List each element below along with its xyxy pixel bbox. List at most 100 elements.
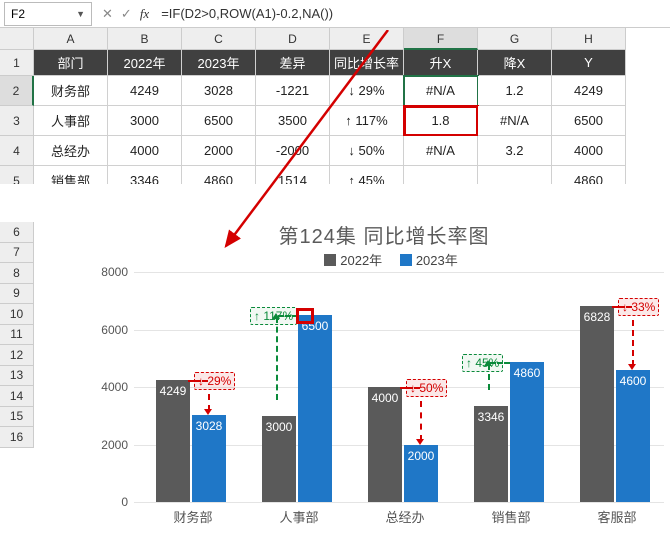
annotation-highlight-box bbox=[296, 308, 314, 324]
legend-swatch-2023 bbox=[400, 254, 412, 266]
bar-label: 2000 bbox=[404, 449, 438, 463]
column-headers: ABCDEFGH bbox=[0, 28, 670, 50]
cell-E3[interactable]: ↑ 117% bbox=[330, 106, 404, 136]
bar-label: 4860 bbox=[510, 366, 544, 380]
chart: 第124集 同比增长率图 2022年 2023年 0 2000 4000 6000 80… bbox=[94, 222, 670, 542]
column-header-E[interactable]: E bbox=[330, 28, 404, 50]
bar-label: 3000 bbox=[262, 420, 296, 434]
row-header-16[interactable]: 16 bbox=[0, 427, 34, 448]
x-category-财务部: 财务部 bbox=[140, 507, 246, 526]
cell-A2[interactable]: 财务部 bbox=[34, 76, 108, 106]
formula-input[interactable]: =IF(D2>0,ROW(A1)-0.2,NA()) bbox=[155, 4, 670, 23]
y-tick-0: 0 bbox=[96, 495, 128, 509]
formula-bar-buttons: ✕ ✓ fx bbox=[96, 6, 155, 22]
cell-C2[interactable]: 3028 bbox=[182, 76, 256, 106]
column-header-F[interactable]: F bbox=[404, 28, 478, 50]
column-header-G[interactable]: G bbox=[478, 28, 552, 50]
cell-C3[interactable]: 6500 bbox=[182, 106, 256, 136]
row-header-12[interactable]: 12 bbox=[0, 345, 34, 366]
chart-title: 第124集 同比增长率图 bbox=[94, 220, 670, 249]
name-box-value: F2 bbox=[11, 7, 25, 21]
row-header-4[interactable]: 4 bbox=[0, 136, 34, 166]
bar-2023-客服部: 4600 bbox=[616, 370, 650, 502]
name-box[interactable]: F2 ▼ bbox=[4, 2, 92, 26]
cell-D1[interactable]: 差异 bbox=[256, 50, 330, 76]
cell-G3[interactable]: #N/A bbox=[478, 106, 552, 136]
cell-H1[interactable]: Y bbox=[552, 50, 626, 76]
cell-E4[interactable]: ↓ 50% bbox=[330, 136, 404, 166]
cell-D4[interactable]: -2000 bbox=[256, 136, 330, 166]
cell-D2[interactable]: -1221 bbox=[256, 76, 330, 106]
column-header-B[interactable]: B bbox=[108, 28, 182, 50]
row-header-8[interactable]: 8 bbox=[0, 263, 34, 284]
y-tick-6000: 6000 bbox=[96, 323, 128, 337]
cell-G4[interactable]: 3.2 bbox=[478, 136, 552, 166]
bar-label: 3028 bbox=[192, 419, 226, 433]
cell-B1[interactable]: 2022年 bbox=[108, 50, 182, 76]
cell-B2[interactable]: 4249 bbox=[108, 76, 182, 106]
cell-F2[interactable]: #N/A bbox=[404, 76, 478, 106]
cell-C4[interactable]: 2000 bbox=[182, 136, 256, 166]
row-header-13[interactable]: 13 bbox=[0, 366, 34, 387]
cell-F1[interactable]: 升X bbox=[404, 50, 478, 76]
cell-A3[interactable]: 人事部 bbox=[34, 106, 108, 136]
cell-F3[interactable]: 1.8 bbox=[404, 106, 478, 136]
bar-2022-客服部: 6828 bbox=[580, 306, 614, 502]
cell-G2[interactable]: 1.2 bbox=[478, 76, 552, 106]
cell-A5[interactable]: 销售部 bbox=[34, 166, 108, 184]
chevron-down-icon[interactable]: ▼ bbox=[76, 9, 85, 19]
cell-H5[interactable]: 4860 bbox=[552, 166, 626, 184]
cell-D3[interactable]: 3500 bbox=[256, 106, 330, 136]
pct-badge-客服部: ↓ 33% bbox=[618, 298, 659, 316]
bar-2022-总经办: 4000 bbox=[368, 387, 402, 502]
spreadsheet-grid: ABCDEFGH 1部门2022年2023年差异同比增长率升X降XY2财务部42… bbox=[0, 28, 670, 184]
cell-C1[interactable]: 2023年 bbox=[182, 50, 256, 76]
cell-A4[interactable]: 总经办 bbox=[34, 136, 108, 166]
select-all-corner[interactable] bbox=[0, 28, 34, 50]
pct-badge-销售部: ↑ 45% bbox=[462, 354, 503, 372]
cell-A1[interactable]: 部门 bbox=[34, 50, 108, 76]
row-header-1[interactable]: 1 bbox=[0, 50, 34, 76]
row-header-6[interactable]: 6 bbox=[0, 222, 34, 243]
column-header-D[interactable]: D bbox=[256, 28, 330, 50]
row-header-14[interactable]: 14 bbox=[0, 386, 34, 407]
column-header-C[interactable]: C bbox=[182, 28, 256, 50]
legend-label-2023: 2023年 bbox=[416, 253, 458, 268]
cell-E2[interactable]: ↓ 29% bbox=[330, 76, 404, 106]
row-header-11[interactable]: 11 bbox=[0, 325, 34, 346]
cell-H2[interactable]: 4249 bbox=[552, 76, 626, 106]
row-header-15[interactable]: 15 bbox=[0, 407, 34, 428]
cell-B4[interactable]: 4000 bbox=[108, 136, 182, 166]
cell-E1[interactable]: 同比增长率 bbox=[330, 50, 404, 76]
cell-F4[interactable]: #N/A bbox=[404, 136, 478, 166]
cell-H3[interactable]: 6500 bbox=[552, 106, 626, 136]
row-header-10[interactable]: 10 bbox=[0, 304, 34, 325]
column-header-A[interactable]: A bbox=[34, 28, 108, 50]
chart-plot-area: 0200040006000800042493028财务部↓ 29%3000650… bbox=[134, 272, 664, 502]
cell-B3[interactable]: 3000 bbox=[108, 106, 182, 136]
bar-label: 6828 bbox=[580, 310, 614, 324]
bar-2023-财务部: 3028 bbox=[192, 415, 226, 502]
enter-icon[interactable]: ✓ bbox=[121, 6, 132, 22]
x-category-客服部: 客服部 bbox=[564, 507, 670, 526]
row-header-5[interactable]: 5 bbox=[0, 166, 34, 184]
row-header-3[interactable]: 3 bbox=[0, 106, 34, 136]
bar-label: 4000 bbox=[368, 391, 402, 405]
cell-F5[interactable] bbox=[404, 166, 478, 184]
fx-icon[interactable]: fx bbox=[140, 6, 149, 22]
row-header-7[interactable]: 7 bbox=[0, 243, 34, 264]
cancel-icon[interactable]: ✕ bbox=[102, 6, 113, 22]
bar-label: 4249 bbox=[156, 384, 190, 398]
cell-G5[interactable] bbox=[478, 166, 552, 184]
cell-G1[interactable]: 降X bbox=[478, 50, 552, 76]
cell-B5[interactable]: 3346 bbox=[108, 166, 182, 184]
cell-H4[interactable]: 4000 bbox=[552, 136, 626, 166]
legend-label-2022: 2022年 bbox=[340, 253, 382, 268]
column-header-H[interactable]: H bbox=[552, 28, 626, 50]
row-header-2[interactable]: 2 bbox=[0, 76, 34, 106]
cell-C5[interactable]: 4860 bbox=[182, 166, 256, 184]
row-header-9[interactable]: 9 bbox=[0, 284, 34, 305]
cell-E5[interactable]: ↑ 45% bbox=[330, 166, 404, 184]
cell-D5[interactable]: 1514 bbox=[256, 166, 330, 184]
y-tick-8000: 8000 bbox=[96, 265, 128, 279]
